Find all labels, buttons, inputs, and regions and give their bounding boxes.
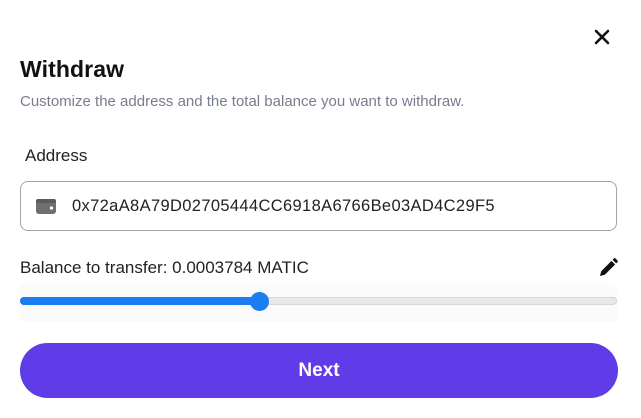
address-label: Address <box>25 146 88 165</box>
slider-thumb[interactable] <box>250 292 269 311</box>
balance-slider[interactable] <box>20 284 617 320</box>
address-value: 0x72aA8A79D02705444CC6918A6766Be03AD4C29… <box>72 196 495 215</box>
next-button[interactable]: Next <box>20 343 618 398</box>
balance-label: Balance to transfer: 0.0003784 MATIC <box>20 258 309 277</box>
dialog-title: Withdraw <box>20 56 125 82</box>
slider-track[interactable] <box>20 297 617 305</box>
wallet-icon <box>36 199 56 214</box>
close-button[interactable] <box>590 25 614 49</box>
edit-balance-button[interactable] <box>597 257 619 279</box>
address-field[interactable]: 0x72aA8A79D02705444CC6918A6766Be03AD4C29… <box>20 181 617 231</box>
pencil-icon <box>600 258 618 276</box>
close-icon <box>594 29 610 45</box>
slider-fill <box>20 297 259 305</box>
dialog-subtitle: Customize the address and the total bala… <box>20 93 465 110</box>
withdraw-dialog: Withdraw Customize the address and the t… <box>0 0 641 418</box>
